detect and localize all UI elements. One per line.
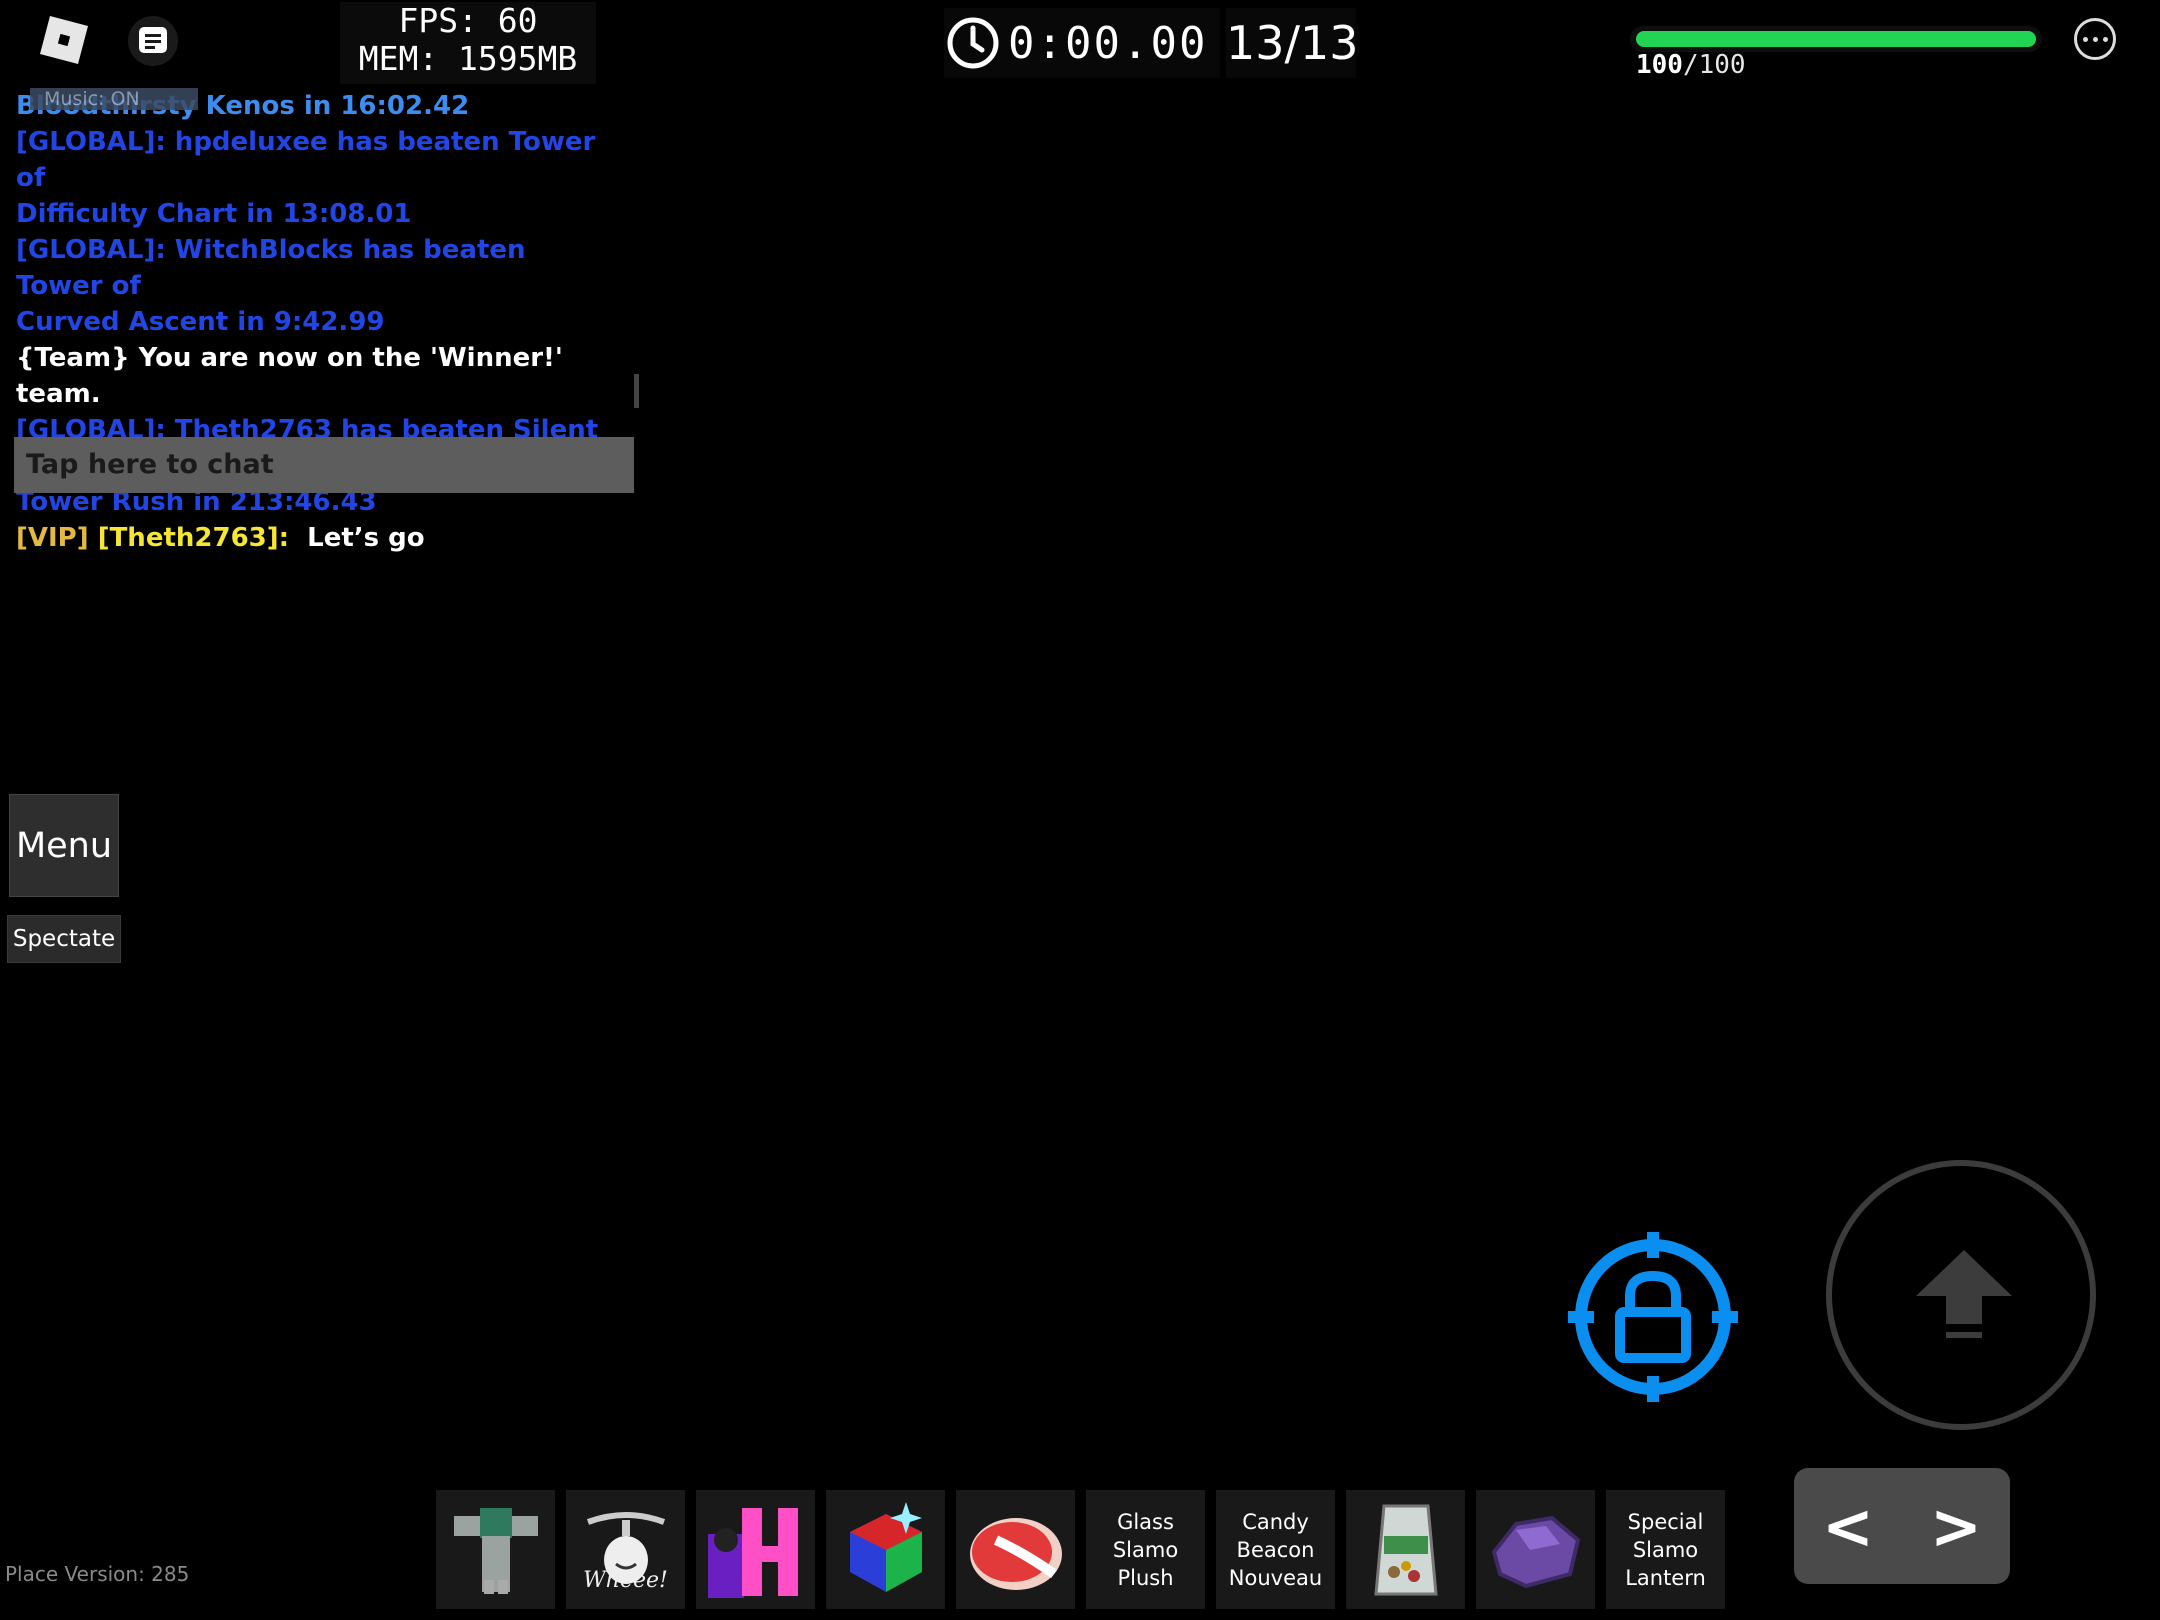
hotbar-slot-7[interactable]: Candy Beacon Nouveau — [1216, 1490, 1335, 1609]
slot-label: Nouveau — [1228, 1565, 1323, 1590]
camera-nav-buttons: < > — [1794, 1468, 2010, 1584]
hotbar-slot-4[interactable] — [826, 1490, 945, 1609]
stage-counter: 13/13 — [1226, 8, 1359, 78]
memory-readout: MEM: 1595MB — [358, 39, 578, 78]
music-status-tag[interactable]: Music: ON — [30, 88, 198, 110]
spectate-button[interactable]: Spectate — [7, 915, 121, 963]
slot-caption: Wheee! — [583, 1568, 668, 1593]
chat-scrollbar[interactable] — [634, 374, 639, 408]
slot-label: Lantern — [1625, 1565, 1706, 1590]
previous-button[interactable]: < — [1822, 1490, 1874, 1563]
gravity-coil-shirt-icon — [453, 1507, 538, 1594]
hotbar-slot-6[interactable]: Glass Slamo Plush — [1086, 1490, 1205, 1609]
hotbar-slot-8[interactable] — [1346, 1490, 1465, 1609]
slot-label: Beacon — [1236, 1537, 1315, 1562]
chat-speaker: [Theth2763]: — [97, 523, 290, 553]
fps-readout: FPS: 60 — [398, 1, 538, 40]
health-max: /100 — [1682, 50, 1746, 80]
purple-rock-icon — [1491, 1515, 1580, 1588]
roblox-logo-icon[interactable] — [38, 14, 90, 66]
shift-lock-button[interactable] — [1568, 1232, 1738, 1402]
next-button[interactable]: > — [1930, 1490, 1982, 1563]
performance-stats: FPS: 60 MEM: 1595MB — [340, 2, 596, 84]
vip-tag: [VIP] — [16, 523, 89, 553]
hotbar-slot-9[interactable] — [1476, 1490, 1595, 1609]
slot-label: Plush — [1117, 1565, 1174, 1590]
chat-toggle-icon[interactable] — [128, 16, 178, 66]
chat-line: [GLOBAL]: hpdeluxee has beaten Tower of — [16, 127, 596, 193]
slot-label: Candy — [1242, 1509, 1309, 1534]
clock-icon — [947, 17, 999, 69]
health-bar-fill — [1636, 31, 2036, 47]
health-readout: 100/100 — [1636, 50, 1746, 80]
place-version: Place Version: 285 — [5, 1562, 190, 1586]
chat-line: {Team} You are now on the 'Winner!' team… — [16, 343, 563, 409]
chat-line: [GLOBAL]: WitchBlocks has beaten Tower o… — [16, 235, 526, 301]
chat-line-vip: [VIP] [Theth2763]: Let’s go — [16, 520, 616, 556]
slot-label: Slamo — [1632, 1537, 1699, 1562]
slot-label: Glass — [1117, 1509, 1174, 1534]
slot-label: Special — [1627, 1509, 1704, 1534]
hotbar-slot-5[interactable] — [956, 1490, 1075, 1609]
hotbar-slot-3[interactable] — [696, 1490, 815, 1609]
h-badge-icon — [707, 1507, 798, 1598]
run-timer: 0:00.00 — [944, 8, 1220, 78]
padlock-icon — [1568, 1232, 1738, 1402]
chat-line: Difficulty Chart in 13:08.01 — [16, 199, 412, 229]
trail-mix-bag-icon — [1373, 1504, 1438, 1595]
hotbar-slot-10[interactable]: Special Slamo Lantern — [1606, 1490, 1725, 1609]
slot-label: Slamo — [1112, 1537, 1179, 1562]
hotbar-slot-2[interactable]: Wheee! — [566, 1490, 685, 1609]
hotbar-slot-1[interactable] — [436, 1490, 555, 1609]
more-options-icon[interactable] — [2074, 18, 2116, 60]
up-arrow-icon — [1916, 1250, 2012, 1338]
menu-button[interactable]: Menu — [9, 794, 119, 897]
chat-message: Let’s go — [307, 523, 425, 553]
chat-input[interactable]: Tap here to chat — [14, 437, 634, 493]
timer-value: 0:00.00 — [1008, 17, 1208, 69]
gem-cube-icon — [849, 1501, 922, 1592]
health-current: 100 — [1636, 50, 1683, 80]
red-slime-icon — [969, 1517, 1062, 1590]
chat-line: Curved Ascent in 9:42.99 — [16, 307, 385, 337]
